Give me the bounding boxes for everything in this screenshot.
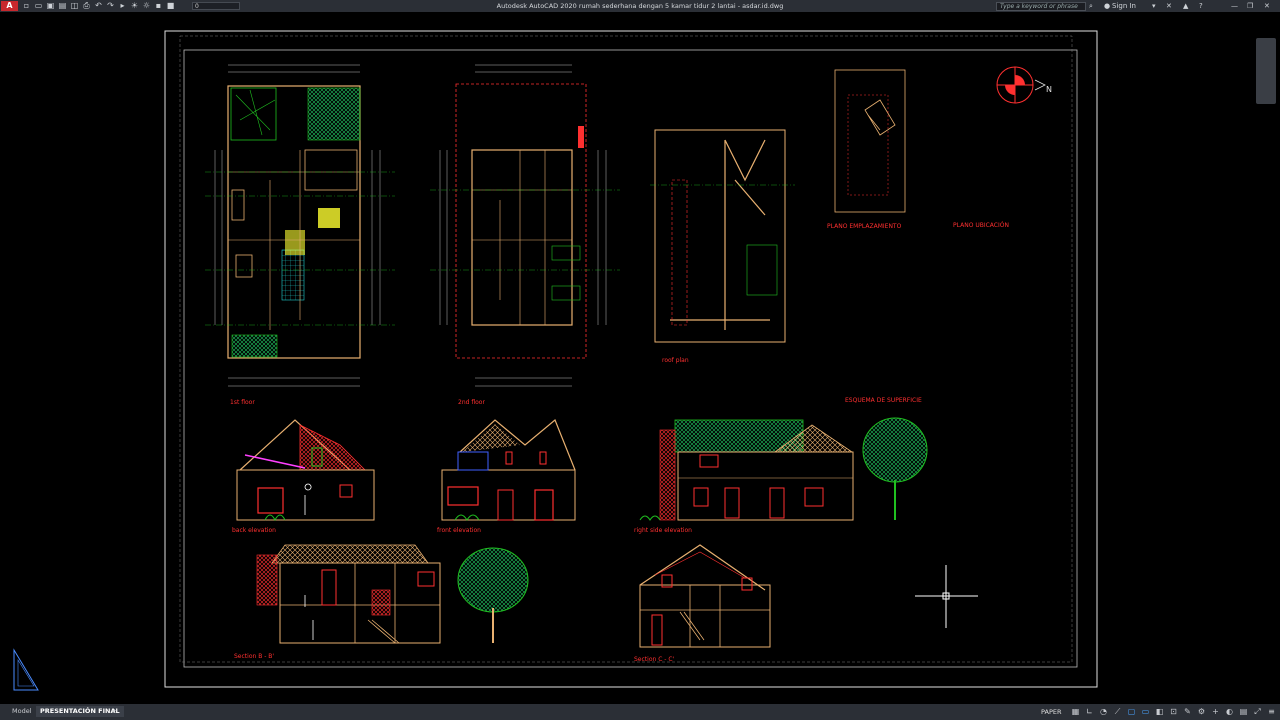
chevron-down-icon[interactable]: ▾ (1152, 1, 1156, 11)
crosshair-cursor (915, 565, 978, 628)
hardware-icon[interactable]: ▤ (1239, 707, 1248, 716)
drawing-sheet: 1st floor 2nd floor roof plan PLANO EMPL… (13, 30, 1098, 691)
search-input[interactable]: Type a keyword or phrase (996, 2, 1086, 11)
transparency-icon[interactable]: ◧ (1155, 707, 1164, 716)
isolate-icon[interactable]: ◐ (1225, 707, 1234, 716)
ortho-icon[interactable]: ∟ (1085, 707, 1094, 716)
save-as-icon[interactable]: ▤ (58, 1, 67, 10)
first-floor-plan (205, 64, 395, 387)
roof-plan (650, 129, 795, 343)
sign-in-link[interactable]: Sign In (1112, 1, 1136, 11)
navigation-bar[interactable] (1256, 38, 1276, 104)
lineweight-icon[interactable]: ▭ (1141, 707, 1150, 716)
ucs-icon (13, 648, 39, 691)
a360-icon[interactable]: ▲ (1183, 1, 1188, 11)
section-c-drawing (639, 544, 771, 648)
roof-plan-label: roof plan (662, 357, 689, 364)
layer-color-icon[interactable]: ■ (166, 1, 175, 10)
isodraft-icon[interactable]: ⟋ (1113, 707, 1122, 716)
drawing-canvas[interactable]: 1st floor 2nd floor roof plan PLANO EMPL… (0, 12, 1280, 704)
north-arrow (996, 66, 1046, 104)
fullscreen-icon[interactable]: ⤢ (1253, 707, 1262, 716)
annotation-icon[interactable]: ✎ (1183, 707, 1192, 716)
plus-icon[interactable]: + (1211, 707, 1220, 716)
right-side-elevation-label: right side elevation (634, 527, 692, 534)
layer-dropdown[interactable]: 0 (192, 2, 240, 10)
add-layout-button[interactable]: + (108, 706, 121, 717)
section-c-label: Section C - C' (634, 656, 675, 663)
user-icon: ● (1104, 2, 1111, 10)
save-icon[interactable]: ▣ (46, 1, 55, 10)
paper-space-toggle[interactable]: PAPER (1041, 708, 1062, 716)
site-plan (834, 69, 906, 213)
plano-ubicacion-label: PLANO UBICACIÓN (953, 222, 1009, 229)
first-floor-label: 1st floor (230, 399, 255, 406)
lightbulb-icon[interactable]: ☀ (130, 1, 139, 10)
polar-icon[interactable]: ◔ (1099, 707, 1108, 716)
open-icon[interactable]: ▭ (34, 1, 43, 10)
north-label: N (1046, 85, 1052, 94)
status-bar: Model PRESENTACIÓN FINAL + PAPER ▦ ∟ ◔ ⟋… (0, 704, 1280, 720)
help-icon[interactable]: ? (1199, 1, 1203, 11)
close-button[interactable]: ✕ (1264, 1, 1270, 11)
application-menu-button[interactable]: A (1, 1, 18, 11)
customize-icon[interactable]: ≡ (1267, 707, 1276, 716)
search-icon[interactable]: ⌕ (1089, 1, 1093, 11)
front-elevation-drawing (441, 419, 576, 521)
osnap-icon[interactable]: ▢ (1127, 707, 1136, 716)
right-side-elevation-drawing (639, 417, 928, 521)
status-tools: ▦ ∟ ◔ ⟋ ▢ ▭ ◧ ⊡ ✎ ⚙ + ◐ ▤ ⤢ ≡ (1071, 707, 1276, 716)
web-icon[interactable]: ◫ (70, 1, 79, 10)
second-floor-plan (430, 64, 620, 387)
sheet-border (164, 30, 1098, 688)
section-b-drawing (256, 544, 529, 644)
gear-icon[interactable]: ⚙ (1197, 707, 1206, 716)
front-elevation-label: front elevation (437, 527, 481, 534)
back-elevation-label: back elevation (232, 527, 276, 534)
new-icon[interactable]: ▫ (22, 1, 31, 10)
minimize-button[interactable]: — (1231, 1, 1238, 11)
second-floor-label: 2nd floor (458, 399, 485, 406)
back-elevation-drawing (236, 419, 375, 522)
undo-icon[interactable]: ↶ (94, 1, 103, 10)
title-bar: A ▫ ▭ ▣ ▤ ◫ ⎙ ↶ ↷ ▸ ☀ ☼ ▪ ■ 0 Autodesk A… (0, 0, 1280, 12)
quick-access-toolbar: ▫ ▭ ▣ ▤ ◫ ⎙ ↶ ↷ ▸ ☀ ☼ ▪ ■ (22, 1, 175, 10)
grid-icon[interactable]: ▦ (1071, 707, 1080, 716)
esquema-label: ESQUEMA DE SUPERFICIE (845, 397, 922, 404)
restore-button[interactable]: ❐ (1247, 1, 1253, 11)
redo-icon[interactable]: ↷ (106, 1, 115, 10)
plano-emplazamiento-label: PLANO EMPLAZAMIENTO (827, 223, 902, 230)
share-icon[interactable]: ▸ (118, 1, 127, 10)
print-icon[interactable]: ⎙ (82, 1, 91, 10)
exchange-icon[interactable]: ✕ (1166, 1, 1172, 11)
section-b-label: Section B - B' (234, 653, 274, 660)
layer-lock-icon[interactable]: ▪ (154, 1, 163, 10)
selection-cycling-icon[interactable]: ⊡ (1169, 707, 1178, 716)
layer-freeze-icon[interactable]: ☼ (142, 1, 151, 10)
tab-model[interactable]: Model (8, 706, 36, 717)
